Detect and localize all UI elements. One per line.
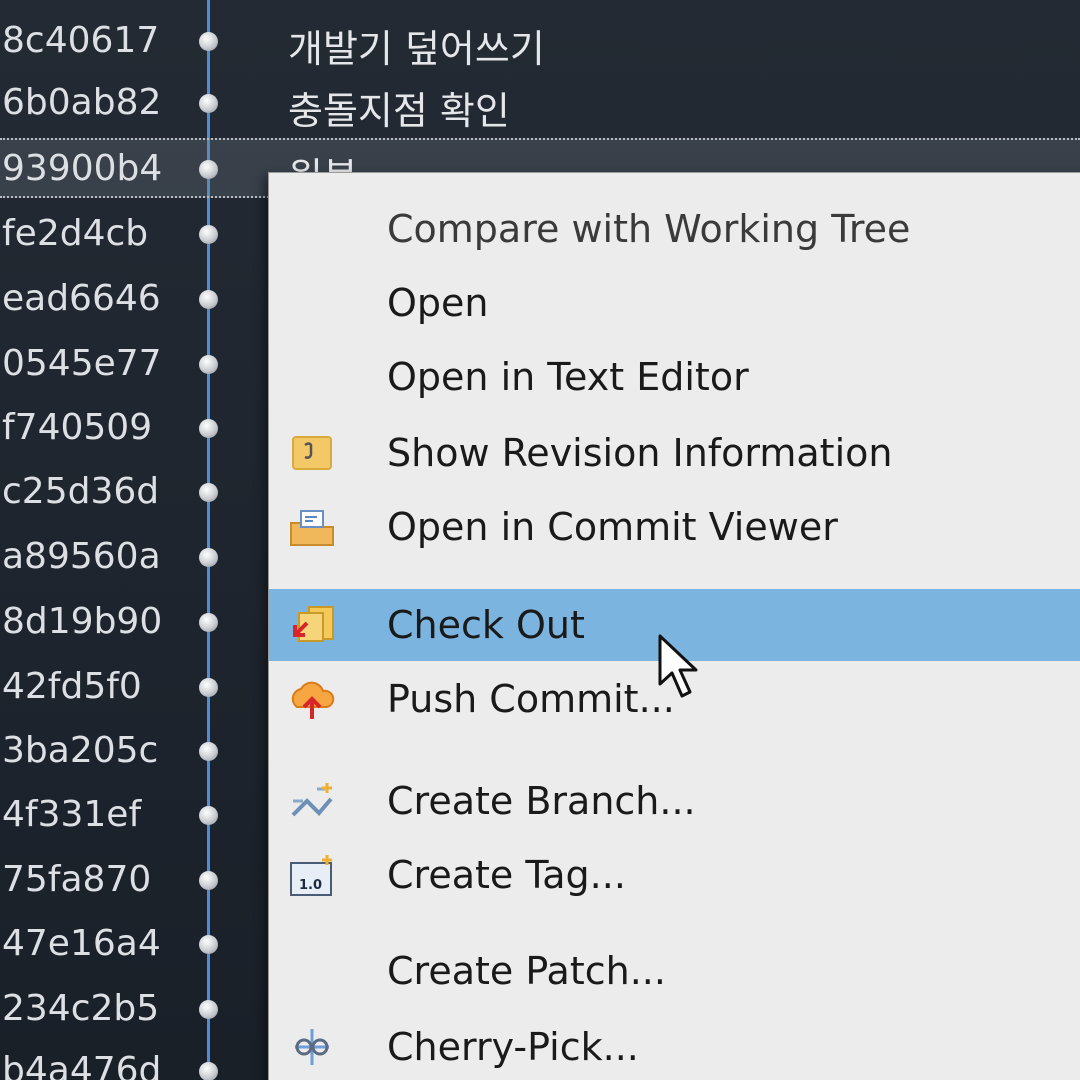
commit-node-icon bbox=[199, 32, 218, 51]
git-history-screen: 8c40617 개발기 덮어쓰기 6b0ab82 충돌지점 확인 93900b4… bbox=[0, 0, 1080, 1080]
menu-item-label: Create Branch... bbox=[387, 779, 696, 823]
context-menu: Compare with Working Tree Open Open in T… bbox=[268, 172, 1080, 1080]
tag-icon: 1.0 bbox=[287, 853, 337, 897]
commit-node-icon bbox=[199, 483, 218, 502]
menu-item-create-tag[interactable]: 1.0 Create Tag... bbox=[269, 839, 1080, 911]
commit-hash: 75fa870 bbox=[2, 859, 152, 900]
menu-item-label: Show Revision Information bbox=[387, 431, 893, 475]
menu-item-label: Create Tag... bbox=[387, 853, 626, 897]
commit-hash: 93900b4 bbox=[2, 148, 163, 189]
menu-item-show-revision-information[interactable]: Show Revision Information bbox=[269, 417, 1080, 489]
revision-info-icon bbox=[287, 431, 337, 475]
menu-item-compare-with-working-tree[interactable]: Compare with Working Tree bbox=[269, 193, 1080, 265]
mouse-pointer-icon bbox=[658, 634, 698, 698]
commit-node-icon bbox=[199, 613, 218, 632]
push-icon bbox=[287, 677, 337, 721]
commit-hash: 8c40617 bbox=[2, 20, 160, 61]
commit-hash: 6b0ab82 bbox=[2, 82, 162, 123]
menu-item-label: Create Patch... bbox=[387, 949, 666, 993]
branch-icon bbox=[287, 779, 337, 823]
table-row[interactable]: 6b0ab82 충돌지점 확인 bbox=[0, 74, 1080, 134]
cherry-pick-icon bbox=[287, 1025, 337, 1069]
tag-icon-text: 1.0 bbox=[299, 878, 322, 893]
commit-node-icon bbox=[199, 548, 218, 567]
commit-hash: 47e16a4 bbox=[2, 923, 161, 964]
commit-hash: 8d19b90 bbox=[2, 601, 163, 642]
commit-message: 개발기 덮어쓰기 bbox=[288, 27, 545, 71]
commit-hash: a89560a bbox=[2, 536, 161, 577]
menu-item-label: Open bbox=[387, 281, 489, 325]
menu-item-open-in-commit-viewer[interactable]: Open in Commit Viewer bbox=[269, 491, 1080, 563]
commit-node-icon bbox=[199, 742, 218, 761]
menu-item-open-in-text-editor[interactable]: Open in Text Editor bbox=[269, 341, 1080, 413]
commit-node-icon bbox=[199, 94, 218, 113]
commit-node-icon bbox=[199, 290, 218, 309]
menu-item-create-branch[interactable]: Create Branch... bbox=[269, 765, 1080, 837]
commit-message: 충돌지점 확인 bbox=[288, 89, 510, 133]
menu-item-label: Open in Text Editor bbox=[387, 355, 749, 399]
commit-hash: ead6646 bbox=[2, 278, 161, 319]
menu-item-cherry-pick[interactable]: Cherry-Pick... bbox=[269, 1011, 1080, 1080]
commit-node-icon bbox=[199, 806, 218, 825]
menu-item-create-patch[interactable]: Create Patch... bbox=[269, 935, 1080, 1007]
commit-hash: 4f331ef bbox=[2, 794, 142, 835]
menu-item-label: Cherry-Pick... bbox=[387, 1025, 639, 1069]
commit-node-icon bbox=[199, 355, 218, 374]
commit-hash: 42fd5f0 bbox=[2, 666, 142, 707]
commit-node-icon bbox=[199, 160, 218, 179]
menu-item-label: Compare with Working Tree bbox=[387, 207, 911, 251]
commit-node-icon bbox=[199, 1000, 218, 1019]
menu-item-label: Open in Commit Viewer bbox=[387, 505, 838, 549]
commit-node-icon bbox=[199, 225, 218, 244]
commit-hash: fe2d4cb bbox=[2, 213, 149, 254]
commit-node-icon bbox=[199, 1062, 218, 1080]
commit-hash: 3ba205c bbox=[2, 730, 159, 771]
commit-hash: 0545e77 bbox=[2, 343, 162, 384]
commit-node-icon bbox=[199, 419, 218, 438]
checkout-icon bbox=[287, 603, 337, 647]
commit-hash: 234c2b5 bbox=[2, 988, 160, 1029]
menu-item-open[interactable]: Open bbox=[269, 267, 1080, 339]
menu-item-label: Check Out bbox=[387, 603, 585, 647]
table-row[interactable]: 8c40617 개발기 덮어쓰기 bbox=[0, 12, 1080, 72]
commit-node-icon bbox=[199, 678, 218, 697]
commit-node-icon bbox=[199, 935, 218, 954]
menu-item-label: Push Commit... bbox=[387, 677, 675, 721]
commit-viewer-icon bbox=[287, 505, 337, 549]
commit-node-icon bbox=[199, 871, 218, 890]
commit-hash: c25d36d bbox=[2, 471, 160, 512]
commit-hash: b4a476d bbox=[2, 1050, 162, 1080]
commit-hash: f740509 bbox=[2, 407, 153, 448]
